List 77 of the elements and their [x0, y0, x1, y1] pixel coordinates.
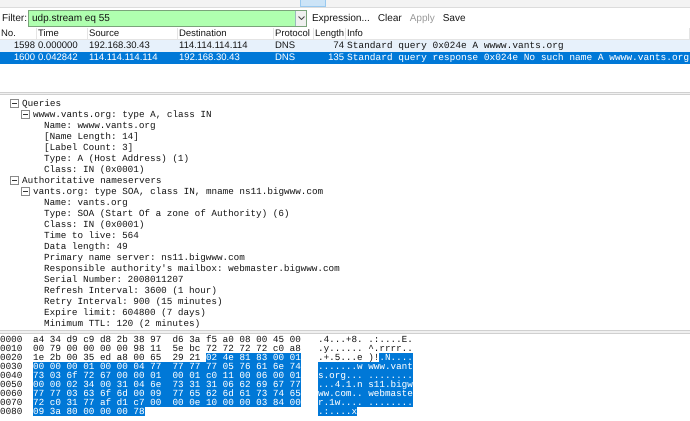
tree-item[interactable]: [Label Count: 3] [44, 142, 134, 153]
table-cell-text: DNS [274, 40, 296, 52]
table-cell-text: 192.168.30.43 [88, 40, 151, 52]
dropdown-button[interactable] [295, 10, 306, 26]
tree-item[interactable]: Refresh Interval: 3600 (1 hour) [44, 285, 217, 296]
tree-item[interactable]: Expire limit: 604800 (7 days) [44, 307, 206, 318]
tree-item[interactable]: Primary name server: ns11.bigwww.com [44, 252, 245, 263]
ascii-text[interactable]: .y...... ^.rrrr.. [318, 344, 413, 353]
hex-bytes[interactable]: 00 00 02 34 00 31 04 6e 73 31 31 06 62 69 67 77 [33, 380, 301, 389]
tree-item[interactable]: Data length: 49 [44, 241, 128, 252]
filter-action-button[interactable]: Clear [378, 10, 402, 26]
filter-field[interactable]: udp.stream eq 55 [28, 10, 307, 26]
hex-bytes[interactable]: 73 03 6f 72 67 00 00 01 00 01 c0 11 00 06 00 01 [33, 371, 301, 380]
ascii-text[interactable]: .4...+8. .:....E. [318, 335, 413, 344]
hex-offset: 0080 [0, 407, 24, 416]
filter-label: Filter: [2, 12, 28, 26]
table-cell-text: 1598 [12, 40, 36, 52]
table-cell-text: 1600 [12, 52, 36, 64]
table-cell-text: 114.114.114.114 [88, 52, 158, 64]
packet-row[interactable]: 1598 0.000000 192.168.30.43 114.114.114.114 DNS 74 Standard query 0x024e A wwww.vants.org [0, 40, 690, 52]
ascii-text[interactable]: .......w www.vant [318, 362, 413, 371]
hex-offset: 0040 [0, 371, 24, 380]
tree-item[interactable]: vants.org: type SOA, class IN, mname ns11.bigwww.com [33, 186, 324, 197]
tree-item[interactable]: Type: A (Host Address) (1) [44, 153, 190, 164]
tree-item[interactable]: Class: IN (0x0001) [44, 219, 144, 230]
packet-row[interactable]: 1600 0.042842 114.114.114.114 192.168.30.43 DNS 135 Standard query response 0x024e No such name A wwww.vants.org [0, 52, 690, 64]
hex-offset: 0020 [0, 353, 24, 362]
tree-item[interactable]: Class: IN (0x0001) [44, 164, 144, 175]
hex-bytes[interactable]: 09 3a 80 00 00 00 78 [33, 407, 145, 416]
table-cell-text: DNS [274, 52, 296, 64]
tree-item[interactable]: Type: SOA (Start Of a zone of Authority) (6) [44, 208, 290, 219]
tree-item[interactable]: Authoritative nameservers [22, 175, 162, 186]
tree-item[interactable]: Name: wwww.vants.org [44, 120, 156, 131]
tree-item[interactable]: Retry Interval: 900 (15 minutes) [44, 296, 223, 307]
tree-item[interactable]: Minimum TTL: 120 (2 minutes) [44, 318, 200, 329]
hex-offset: 0070 [0, 398, 24, 407]
tree-item[interactable]: Name: vants.org [44, 197, 128, 208]
ascii-text[interactable]: .+.5...e )! [318, 353, 380, 362]
table-cell-text: 135 [327, 52, 345, 64]
hex-bytes[interactable]: 00 79 00 00 00 00 98 11 5e bc 72 72 72 72 c0 a8 [33, 344, 301, 353]
hex-offset: 0060 [0, 389, 24, 398]
collapse-icon[interactable] [10, 99, 19, 108]
table-cell-text: 192.168.30.43 [178, 52, 241, 64]
ascii-text[interactable]: .:....x [318, 407, 358, 416]
tree-item[interactable]: Serial Number: 2008011207 [44, 274, 184, 285]
table-cell: Standard query response 0x024e No such name A wwww.vants.org [346, 52, 690, 64]
ascii-text[interactable]: ww.com.. webmaste [318, 389, 413, 398]
table-cell-text: 0.000000 [37, 40, 79, 52]
collapse-icon[interactable] [21, 187, 30, 196]
hex-offset: 0010 [0, 344, 24, 353]
tree-item[interactable]: Queries [22, 98, 62, 109]
table-cell-text: 114.114.114.114 [178, 40, 248, 52]
hex-bytes[interactable]: 72 c0 31 77 af d1 c7 00 00 0e 10 00 00 03 84 00 [33, 398, 301, 407]
collapse-icon[interactable] [21, 110, 30, 119]
hex-offset: 0050 [0, 380, 24, 389]
hex-offset: 0030 [0, 362, 24, 371]
ascii-text[interactable]: r.1w.... ........ [318, 398, 413, 407]
table-cell-text: 0.042842 [37, 52, 79, 64]
tree-item[interactable]: Responsible authority's mailbox: webmaster.bigwww.com [44, 263, 340, 274]
hex-bytes[interactable]: 1e 2b 00 35 ed a8 00 65 29 21 [33, 353, 200, 362]
hex-bytes[interactable]: 02 4e 81 83 00 01 [206, 353, 301, 362]
ascii-text[interactable]: .N.... [379, 353, 413, 362]
hex-bytes[interactable]: 00 00 00 01 00 00 04 77 77 77 77 05 76 61 6e 74 [33, 362, 301, 371]
filter-action-button[interactable]: Expression... [312, 10, 370, 26]
hex-offset: 0000 [0, 335, 24, 344]
table-cell-text: 74 [332, 40, 345, 52]
tree-item[interactable]: Time to live: 564 [44, 230, 139, 241]
chevron-down-icon [298, 16, 304, 20]
tree-item[interactable]: wwww.vants.org: type A, class IN [33, 109, 212, 120]
hex-bytes[interactable]: a4 34 d9 c9 d8 2b 38 97 d6 3a f5 a0 08 00 45 00 [33, 335, 301, 344]
collapse-icon[interactable] [10, 176, 19, 185]
tree-item[interactable]: [Name Length: 14] [44, 131, 139, 142]
ascii-text[interactable]: ...4.1.n s11.bigw [318, 380, 413, 389]
hex-bytes[interactable]: 77 77 03 63 6f 6d 00 09 77 65 62 6d 61 73 74 65 [33, 389, 301, 398]
ascii-text[interactable]: s.org... ........ [318, 371, 413, 380]
table-cell-text: Standard query 0x024e A wwww.vants.org [346, 40, 565, 52]
filter-action-button[interactable]: Save [442, 10, 466, 26]
